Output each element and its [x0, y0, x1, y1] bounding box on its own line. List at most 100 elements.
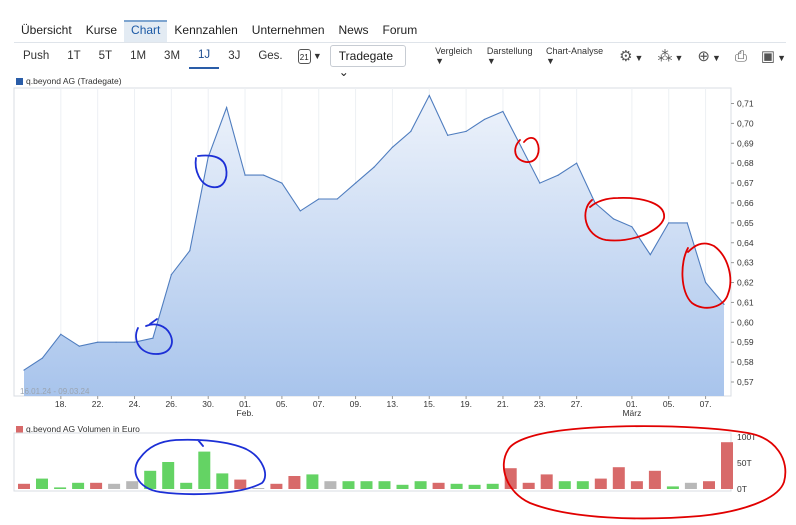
price-point: [189, 250, 191, 252]
x-tick-label: 23.: [534, 399, 546, 409]
price-point: [281, 182, 283, 184]
volume-bar: [558, 481, 571, 489]
x-tick-label: 05.: [276, 399, 288, 409]
price-point: [391, 146, 394, 148]
volume-bar: [648, 470, 661, 489]
price-point: [97, 341, 99, 343]
x-tick-label: 15.: [423, 399, 435, 409]
y-tick-label: 0,59: [737, 337, 754, 347]
price-point: [373, 166, 375, 168]
price-volume-chart: 0,71 0,70 0,69 0,68 0,67 0,66 0,65 0,64 0,63 0,62…: [13, 87, 787, 520]
x-tick-label: 18.: [55, 399, 67, 409]
month-label: März: [622, 408, 641, 418]
y-tick-label: 0,60: [737, 317, 754, 327]
x-tick-label: 05.: [663, 399, 675, 409]
price-point: [428, 94, 430, 97]
y-tick-label: 0,66: [737, 198, 754, 208]
y-tick-label: 0,58: [737, 357, 754, 367]
volume-bar: [486, 483, 499, 489]
y-tick-label: 0,67: [737, 178, 754, 188]
price-point: [465, 130, 467, 132]
price-point: [78, 345, 80, 347]
price-point: [539, 182, 541, 184]
volume-bar: [126, 481, 139, 489]
volume-bar: [54, 487, 67, 489]
price-point: [60, 333, 62, 335]
volume-bar: [342, 481, 355, 489]
volume-bar: [396, 484, 409, 489]
x-tick-label: 13.: [387, 399, 399, 409]
volume-bar: [108, 483, 121, 489]
volume-bar: [684, 482, 697, 489]
price-point: [410, 130, 412, 132]
y-tick-label: 0,63: [737, 258, 754, 268]
volume-bar: [162, 462, 175, 489]
volume-bar: [378, 481, 391, 489]
x-tick-label: 07.: [313, 399, 325, 409]
y-tick-label: 0,69: [737, 138, 754, 148]
volume-bar: [360, 481, 373, 489]
price-point: [576, 162, 578, 164]
price-point: [207, 156, 209, 158]
price-point: [557, 174, 559, 176]
month-label: Feb.: [237, 408, 254, 418]
volume-bar: [90, 482, 103, 489]
price-point: [447, 134, 449, 136]
volume-bar: [72, 482, 85, 489]
price-point: [226, 106, 228, 109]
x-tick-label: 07.: [700, 399, 712, 409]
x-tick-label: 26.: [165, 399, 177, 409]
price-point: [336, 198, 338, 200]
price-point: [704, 281, 707, 284]
y-tick-label: 0,61: [737, 297, 754, 307]
price-point: [244, 174, 246, 176]
volume-bar: [468, 484, 481, 489]
volume-bar: [36, 478, 48, 489]
y-tick-label: 0,68: [737, 158, 754, 168]
volume-bar: [612, 467, 625, 489]
volume-y-tick-label: 50T: [737, 458, 752, 468]
y-tick-label: 0,62: [737, 278, 754, 288]
y-tick-label: 0,64: [737, 238, 754, 248]
price-point: [502, 110, 504, 113]
x-tick-label: 27.: [571, 399, 583, 409]
volume-bar: [216, 473, 229, 489]
price-point: [686, 222, 688, 224]
volume-bar: [180, 482, 193, 489]
volume-bar: [288, 476, 301, 489]
price-point: [318, 198, 320, 200]
price-point: [520, 146, 522, 148]
price-point: [354, 182, 357, 184]
price-point: [649, 254, 651, 256]
volume-bar: [270, 483, 283, 489]
volume-bar: [306, 474, 319, 489]
y-tick-label: 0,65: [737, 218, 754, 228]
price-point: [23, 369, 25, 371]
x-tick-label: 30.: [202, 399, 214, 409]
volume-bar: [432, 482, 445, 489]
x-tick-label: 24.: [129, 399, 141, 409]
volume-bar: [721, 442, 733, 489]
volume-bar: [576, 481, 589, 489]
price-area: [24, 95, 724, 396]
y-tick-label: 0,57: [737, 377, 754, 387]
price-point: [262, 174, 265, 176]
volume-bar: [666, 486, 679, 489]
x-tick-label: 22.: [92, 399, 104, 409]
price-point: [668, 222, 670, 224]
price-point: [631, 226, 633, 228]
x-tick-label: 21.: [497, 399, 509, 409]
x-tick-label: 19.: [460, 399, 472, 409]
price-point: [41, 357, 44, 359]
volume-bar: [540, 474, 553, 489]
volume-bar: [234, 479, 247, 489]
price-point: [115, 341, 117, 343]
price-point: [612, 218, 615, 220]
volume-bar: [630, 481, 643, 489]
volume-bar: [198, 451, 211, 489]
volume-y-tick-label: 0T: [737, 484, 747, 494]
price-point: [483, 118, 486, 121]
volume-bar: [594, 478, 607, 489]
price-point: [723, 303, 725, 306]
volume-bar: [252, 488, 265, 489]
